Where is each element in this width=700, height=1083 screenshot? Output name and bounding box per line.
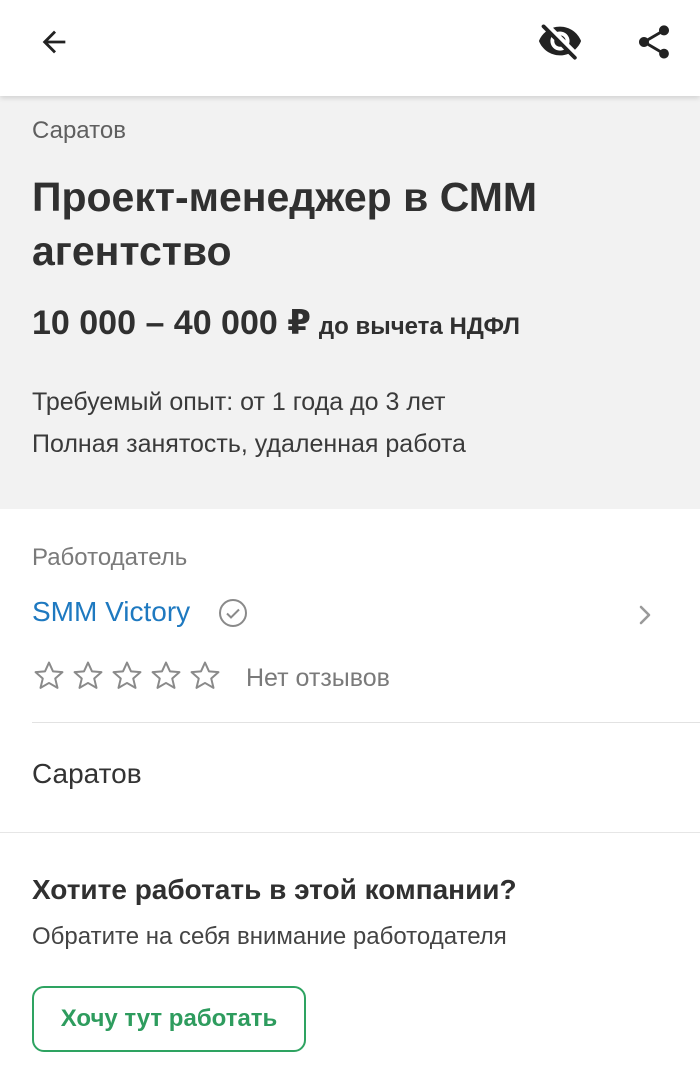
chevron-right-icon — [639, 605, 651, 625]
employer-link[interactable]: SMM Victory — [32, 592, 668, 636]
salary: 10 000 – 40 000 ₽ до вычета НДФЛ — [32, 303, 520, 343]
reviews-link[interactable]: Нет отзывов — [246, 664, 390, 693]
salary-tax-note: до вычета НДФЛ — [318, 313, 520, 340]
employment-type: Полная занятость, удаленная работа — [32, 430, 466, 458]
star-empty-icon — [151, 661, 181, 689]
divider — [0, 832, 700, 833]
hide-vacancy-button[interactable] — [532, 14, 588, 70]
vacancy-city: Саратов — [32, 117, 126, 144]
vacancy-title: Проект-менеджер в СММ агентство — [32, 174, 538, 274]
star-empty-icon — [34, 661, 64, 689]
divider — [32, 722, 700, 723]
employer-name[interactable]: SMM Victory — [32, 596, 190, 628]
want-to-work-here-button[interactable]: Хочу тут работать — [32, 986, 306, 1052]
arrow-left-icon — [42, 30, 66, 54]
cta-subtitle: Обратите на себя внимание работодателя — [32, 923, 507, 950]
address-city: Саратов — [32, 758, 142, 789]
cta-title: Хотите работать в этой компании? — [32, 874, 517, 905]
eye-off-icon — [538, 24, 582, 60]
star-empty-icon — [112, 661, 142, 689]
star-empty-icon — [190, 661, 220, 689]
required-experience: Требуемый опыт: от 1 года до 3 лет — [32, 388, 446, 416]
share-button[interactable] — [626, 14, 682, 70]
share-icon — [639, 25, 669, 59]
employer-label: Работодатель — [32, 544, 188, 571]
star-empty-icon — [73, 661, 103, 689]
top-app-bar — [0, 0, 700, 96]
verified-check-icon — [219, 599, 247, 627]
salary-range: 10 000 – 40 000 ₽ — [32, 304, 311, 342]
back-button[interactable] — [26, 14, 82, 70]
